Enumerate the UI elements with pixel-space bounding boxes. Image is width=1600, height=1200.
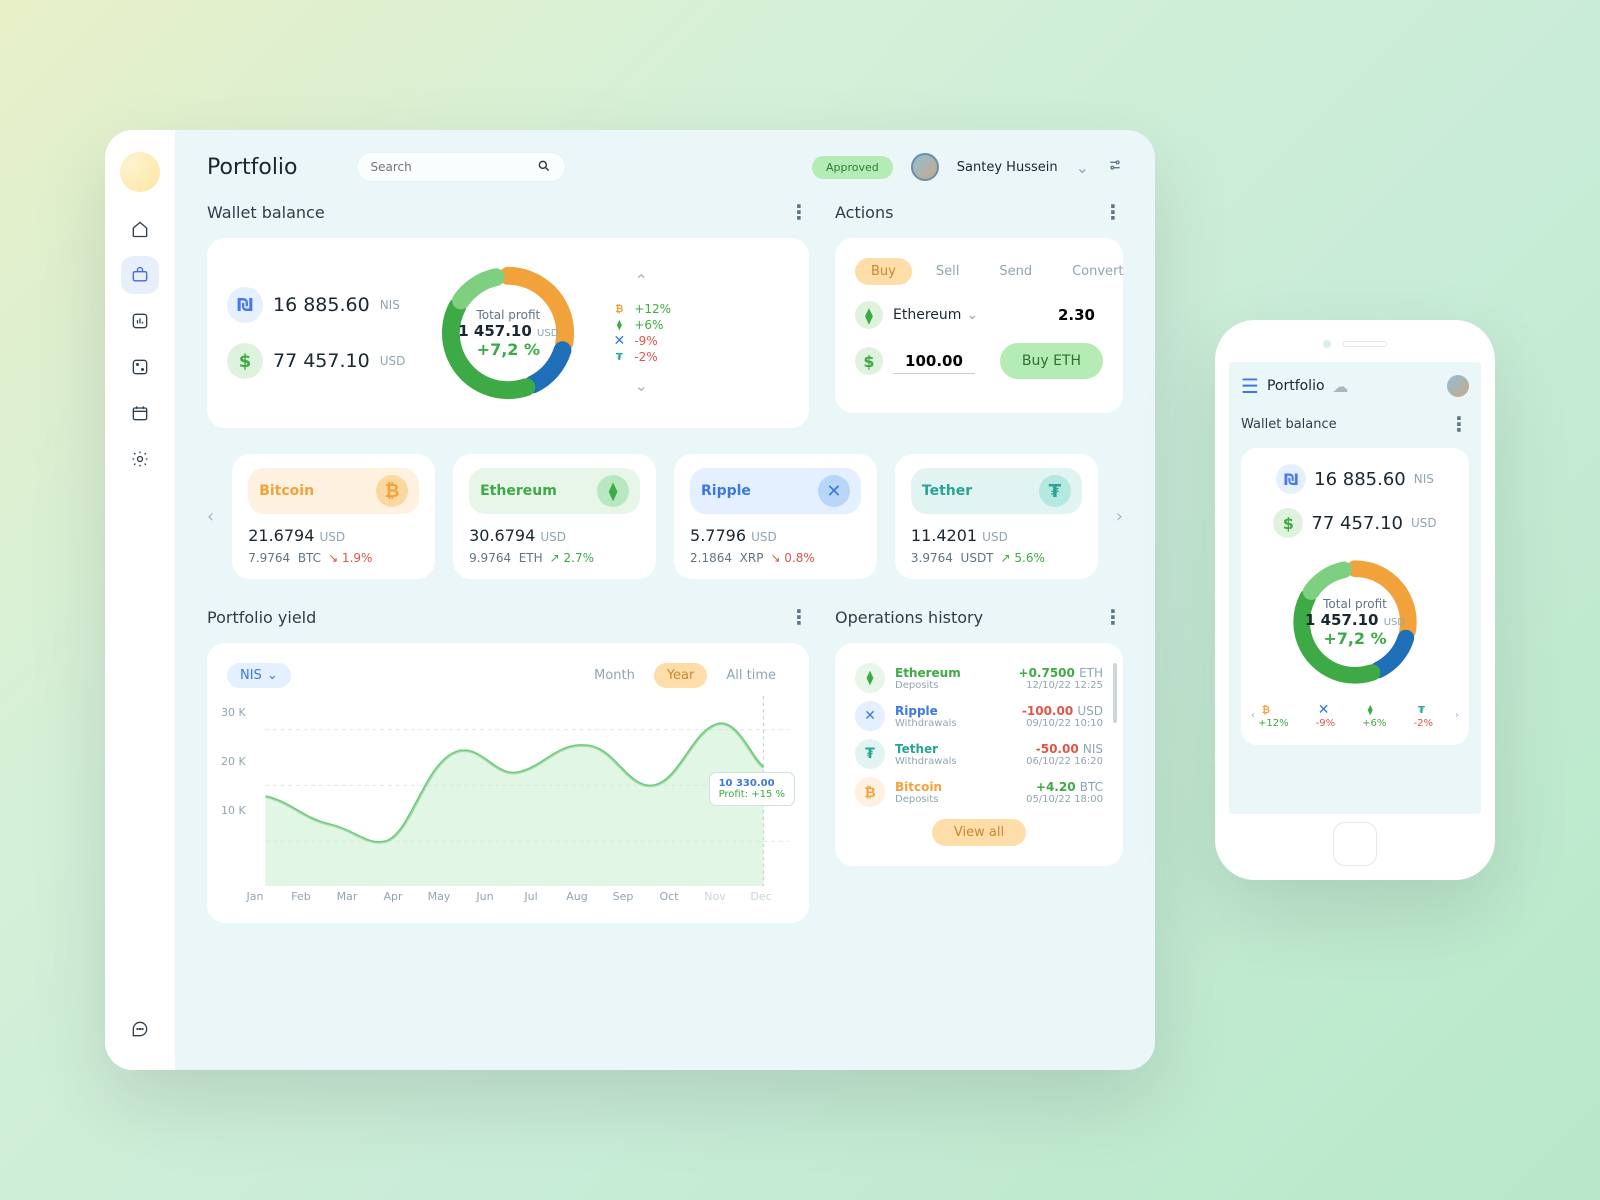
mobile-more-icon[interactable]: ⋮ [1449, 412, 1469, 436]
profit-donut: Total profit 1 457.10 USD +7,2 % [433, 258, 583, 408]
mobile-delta-prev-icon[interactable]: ‹ [1251, 710, 1255, 721]
period-year[interactable]: Year [654, 663, 708, 688]
tab-buy[interactable]: Buy [855, 258, 912, 285]
currency-pill[interactable]: NIS ⌄ [227, 663, 291, 688]
adjust-icon[interactable] [1107, 157, 1123, 177]
coin-card-xrp[interactable]: Ripple✕5.7796 USD2.1864 XRP ↘ 0.8% [674, 454, 877, 579]
usd-icon: $ [227, 343, 263, 379]
period-all-time[interactable]: All time [713, 663, 789, 688]
nav-portfolio-icon[interactable] [121, 256, 159, 294]
coins-prev-icon[interactable]: ‹ [207, 506, 214, 527]
yield-title: Portfolio yield [207, 608, 316, 627]
search-input[interactable] [371, 160, 537, 174]
mobile-usd-icon: $ [1273, 508, 1303, 538]
search-box[interactable] [356, 152, 566, 182]
user-menu-chevron-icon[interactable]: ⌄ [1076, 158, 1089, 177]
wallet-title: Wallet balance [207, 203, 325, 222]
mobile-app: ☰ Portfolio ☁ Wallet balance⋮ ₪16 885.60… [1215, 320, 1495, 880]
user-avatar[interactable] [911, 153, 939, 181]
ops-more-icon[interactable]: ⋮ [1103, 605, 1123, 629]
coins-next-icon[interactable]: › [1116, 506, 1123, 527]
nav-analytics-icon[interactable] [121, 302, 159, 340]
nav-calendar-icon[interactable] [121, 394, 159, 432]
op-row[interactable]: ₿BitcoinDeposits+4.20 BTC05/10/22 18:00 [855, 777, 1103, 807]
currency-icon: $ [855, 347, 883, 375]
user-name: Santey Hussein [957, 160, 1058, 175]
main-content: Portfolio Approved Santey Hussein ⌄ Wall… [175, 130, 1155, 1070]
actions-title: Actions [835, 203, 893, 222]
yield-chart: 30 K20 K10 K 10 330.00 Profit: +15 % [227, 696, 789, 886]
ops-title: Operations history [835, 608, 983, 627]
app-logo [120, 152, 160, 192]
period-month[interactable]: Month [581, 663, 648, 688]
delta-eth: ⧫+6% [611, 317, 671, 333]
wallet-more-icon[interactable]: ⋮ [789, 200, 809, 224]
search-icon [537, 158, 551, 177]
asset-qty: 2.30 [1058, 306, 1095, 324]
delta-btc: ₿+12% [611, 301, 671, 317]
buy-button[interactable]: Buy ETH [1000, 343, 1103, 379]
nav-home-icon[interactable] [121, 210, 159, 248]
coin-card-usdt[interactable]: Tether₮11.4201 USD3.9764 USDT ↗ 5.6% [895, 454, 1098, 579]
op-row[interactable]: ⧫EthereumDeposits+0.7500 ETH12/10/22 12:… [855, 663, 1103, 693]
balance-usd: $ 77 457.10 USD [227, 343, 405, 379]
status-badge: Approved [812, 156, 893, 179]
amount-input[interactable] [893, 349, 975, 374]
delta-down-icon[interactable]: ⌄ [611, 376, 671, 395]
coins-row: ‹ Bitcoin₿21.6794 USD7.9764 BTC ↘ 1.9%Et… [207, 454, 1123, 579]
phone-home-button[interactable] [1333, 822, 1377, 866]
op-row[interactable]: ✕RippleWithdrawals-100.00 USD09/10/22 10… [855, 701, 1103, 731]
balance-nis: ₪ 16 885.60 NIS [227, 287, 405, 323]
coin-card-eth[interactable]: Ethereum⧫30.6794 USD9.9764 ETH ↗ 2.7% [453, 454, 656, 579]
op-row[interactable]: ₮TetherWithdrawals-50.00 NIS06/10/22 16:… [855, 739, 1103, 769]
wallet-card: ₪ 16 885.60 NIS $ 77 457.10 USD [207, 238, 809, 428]
coin-card-btc[interactable]: Bitcoin₿21.6794 USD7.9764 BTC ↘ 1.9% [232, 454, 435, 579]
nis-icon: ₪ [227, 287, 263, 323]
yield-more-icon[interactable]: ⋮ [789, 605, 809, 629]
page-title: Portfolio [207, 155, 298, 180]
mobile-delta-next-icon[interactable]: › [1455, 710, 1459, 721]
scrollbar[interactable] [1113, 663, 1117, 723]
phone-camera [1323, 340, 1331, 348]
mobile-title: Portfolio [1267, 378, 1325, 394]
actions-more-icon[interactable]: ⋮ [1103, 200, 1123, 224]
wallet-section: Wallet balance ⋮ ₪ 16 885.60 NIS $ 77 457… [207, 200, 809, 428]
ops-card: ⧫EthereumDeposits+0.7500 ETH12/10/22 12:… [835, 643, 1123, 866]
mobile-nis-icon: ₪ [1276, 464, 1306, 494]
view-all-button[interactable]: View all [932, 819, 1026, 846]
asset-select[interactable]: Ethereum ⌄ [893, 307, 978, 323]
delta-usdt: ₮-2% [611, 349, 671, 365]
tab-send[interactable]: Send [983, 258, 1048, 285]
mobile-wallet-card: ₪16 885.60NIS $77 457.10USD Total profit… [1241, 448, 1469, 745]
top-bar: Portfolio Approved Santey Hussein ⌄ [207, 152, 1123, 182]
chart-tooltip: 10 330.00 Profit: +15 % [709, 772, 795, 806]
actions-card: BuySellSendConvert ⧫ Ethereum ⌄ 2.30 $ B… [835, 238, 1123, 413]
phone-speaker [1343, 341, 1387, 347]
delta-up-icon[interactable]: ⌃ [611, 271, 671, 290]
nav-settings-icon[interactable] [121, 440, 159, 478]
action-tabs: BuySellSendConvert [855, 258, 1103, 285]
sidebar [105, 130, 175, 1070]
hamburger-icon[interactable]: ☰ [1241, 374, 1259, 398]
nav-exchange-icon[interactable] [121, 348, 159, 386]
operations-section: Operations history ⋮ ⧫EthereumDeposits+0.… [835, 605, 1123, 923]
mobile-donut: Total profit 1 457.10 USD +7,2 % [1285, 552, 1425, 692]
yield-card: NIS ⌄ MonthYearAll time 30 K20 K10 K [207, 643, 809, 923]
tab-sell[interactable]: Sell [920, 258, 975, 285]
nav-chat-icon[interactable] [121, 1010, 159, 1048]
actions-section: Actions⋮ BuySellSendConvert ⧫ Ethereum ⌄… [835, 200, 1123, 428]
sync-icon[interactable]: ☁ [1333, 377, 1349, 396]
delta-list: ⌃ ₿+12%⧫+6%✕-9%₮-2% ⌄ [611, 271, 671, 395]
delta-xrp: ✕-9% [611, 333, 671, 349]
yield-section: Portfolio yield ⋮ NIS ⌄ MonthYearAll time… [207, 605, 809, 923]
asset-icon: ⧫ [855, 301, 883, 329]
tab-convert[interactable]: Convert [1056, 258, 1139, 285]
mobile-avatar[interactable] [1447, 375, 1469, 397]
desktop-app: Portfolio Approved Santey Hussein ⌄ Wall… [105, 130, 1155, 1070]
